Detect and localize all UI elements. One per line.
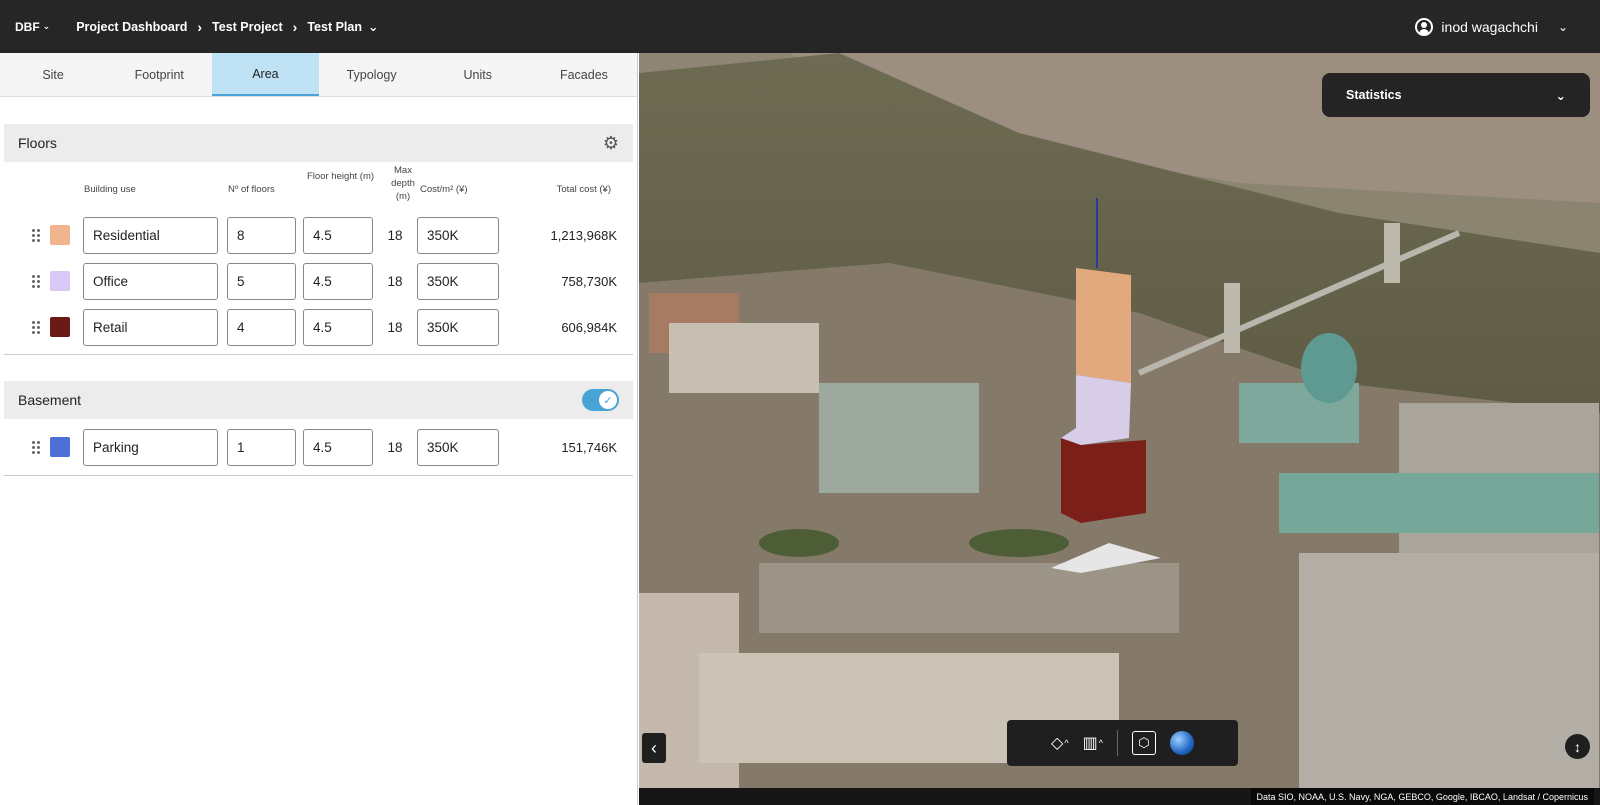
floors-count-field[interactable]: 5 [227,262,296,300]
drag-handle-icon[interactable] [32,320,42,334]
breadcrumb-project-dashboard[interactable]: Project Dashboard [76,20,187,34]
cube-view-button[interactable]: ⬡ [1131,731,1156,755]
map-scene [639,53,1600,805]
cost-field[interactable]: 350K [417,262,499,300]
floor-height-field[interactable]: 4.5 [303,262,373,300]
building-use-field[interactable]: Parking [83,428,218,466]
left-panel: Site Footprint Area Typology Units Facad… [0,53,638,805]
toolbar-divider [1116,730,1118,756]
breadcrumb-test-plan[interactable]: Test Plan [307,20,362,34]
basement-title: Basement [18,392,82,408]
floor-height-field[interactable]: 4.5 [303,216,373,254]
cost-field[interactable]: 350K [417,428,499,466]
chevron-down-icon: ⌄ [42,21,51,31]
tab-bar: Site Footprint Area Typology Units Facad… [0,53,637,97]
chevron-right-icon: › [197,18,203,35]
chevron-down-icon: ⌄ [1555,88,1566,103]
brand-menu[interactable]: DBF ⌄ [15,20,50,34]
basement-toggle[interactable]: ✓ [582,389,619,411]
building-use-field[interactable]: Residential [83,216,218,254]
total-cost-value: 151,746K [561,439,617,455]
breadcrumb-test-project[interactable]: Test Project [212,20,283,34]
globe-button[interactable] [1169,731,1194,755]
col-cost: Cost/m² (¥) [420,184,468,195]
floor-height-field[interactable]: 4.5 [303,428,373,466]
collapse-panel-button[interactable]: ‹ [642,733,666,763]
floors-count-field[interactable]: 4 [227,308,296,346]
brand-label: DBF [15,19,40,34]
floors-section: Floors ⚙ Building use Nº of floors Floor… [4,124,633,355]
statistics-dropdown[interactable]: Statistics ⌄ [1322,73,1590,117]
cost-field[interactable]: 350K [417,216,499,254]
total-cost-value: 1,213,968K [550,227,617,243]
chevron-up-icon: ^ [1098,738,1103,748]
floor-height-field[interactable]: 4.5 [303,308,373,346]
map-3d-view[interactable]: Statistics ⌄ ‹ ◇ ^ ▥ ^ ⬡ ↕ Data SIO, NOAA,… [639,53,1600,805]
max-depth-value: 18 [387,273,403,289]
total-cost-value: 606,984K [561,319,617,335]
col-floor-height: Floor height (m) [307,171,375,182]
tab-typology[interactable]: Typology [319,53,425,96]
map-toolbar: ◇ ^ ▥ ^ ⬡ [1007,720,1238,766]
chevron-right-icon: › [292,18,298,35]
buildings-button[interactable]: ▥ ^ [1083,733,1103,753]
tab-site[interactable]: Site [0,53,106,96]
floors-column-headers: Building use Nº of floors Floor height (… [4,162,633,212]
col-max-depth: Max depth (m) [391,165,415,202]
drag-handle-icon[interactable] [32,274,42,288]
max-depth-value: 18 [387,319,403,335]
map-attribution: Data SIO, NOAA, U.S. Navy, NGA, GEBCO, G… [1250,788,1594,805]
breadcrumb: Project Dashboard › Test Project › Test … [76,19,378,35]
chevron-up-icon: ^ [1064,738,1069,748]
drag-handle-icon[interactable] [32,440,42,454]
floors-header: Floors ⚙ [4,124,633,162]
vertical-resize-button[interactable]: ↕ [1565,734,1590,759]
color-swatch[interactable] [50,437,70,457]
drag-handle-icon[interactable] [32,228,42,242]
tab-area[interactable]: Area [212,53,319,96]
user-avatar-icon [1415,17,1434,36]
max-depth-value: 18 [387,227,403,243]
floors-count-field[interactable]: 1 [227,428,296,466]
color-swatch[interactable] [50,271,70,291]
color-swatch[interactable] [50,225,70,245]
col-building-use: Building use [84,184,136,195]
layers-icon: ◇ [1051,735,1064,752]
chevron-down-icon: ⌄ [1557,19,1568,34]
user-menu[interactable]: inod wagachchi ⌄ [1415,0,1568,53]
user-name: inod wagachchi [1441,18,1538,35]
floor-row-office: Office 5 4.5 18 350K 758,730K [4,258,633,304]
statistics-label: Statistics [1346,88,1402,102]
check-icon: ✓ [599,391,617,409]
basement-row-parking: Parking 1 4.5 18 350K 151,746K [4,419,633,475]
floor-row-residential: Residential 8 4.5 18 350K 1,213,968K [4,212,633,258]
total-cost-value: 758,730K [561,273,617,289]
col-total-cost: Total cost (¥) [556,184,611,195]
tab-units[interactable]: Units [425,53,531,96]
buildings-icon: ▥ [1082,735,1098,752]
tab-facades[interactable]: Facades [531,53,637,96]
chevron-down-icon[interactable]: ⌄ [368,19,378,34]
gear-icon[interactable]: ⚙ [603,133,619,154]
max-depth-value: 18 [387,439,403,455]
col-floors: Nº of floors [228,184,275,195]
layers-button[interactable]: ◇ ^ [1051,733,1069,753]
floor-row-retail: Retail 4 4.5 18 350K 606,984K [4,304,633,350]
tab-footprint[interactable]: Footprint [106,53,212,96]
floors-count-field[interactable]: 8 [227,216,296,254]
color-swatch[interactable] [50,317,70,337]
floors-title: Floors [18,135,57,151]
cost-field[interactable]: 350K [417,308,499,346]
top-bar: DBF ⌄ Project Dashboard › Test Project ›… [0,0,1600,53]
cube-icon: ⬡ [1138,735,1150,750]
basement-header: Basement ✓ [4,381,633,419]
building-use-field[interactable]: Retail [83,308,218,346]
basement-section: Basement ✓ Parking 1 4.5 18 350K 151,746… [4,381,633,476]
building-use-field[interactable]: Office [83,262,218,300]
